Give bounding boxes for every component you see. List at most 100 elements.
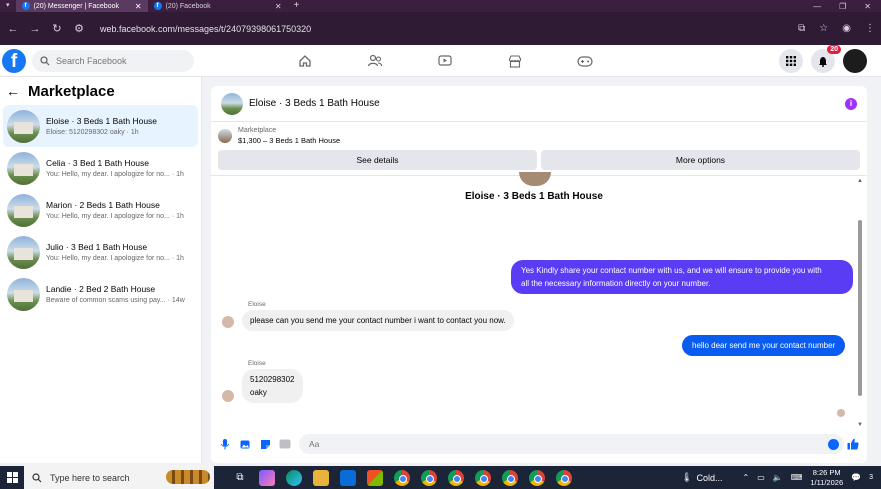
scroll-thumb[interactable] [858,220,862,396]
conversation-item[interactable]: Julio · 3 Bed 1 Bath House You: Hello, m… [3,231,198,273]
browser-tabbar: ▾ f (20) Messenger | Facebook ✕ f (20) F… [0,0,881,12]
notification-center-icon[interactable]: 💬 [851,473,861,482]
sticker-icon[interactable] [259,438,271,450]
account-avatar[interactable] [843,49,867,73]
sender-name: Eloise [248,360,266,367]
chat-avatar[interactable] [221,92,243,115]
search-box[interactable] [32,49,194,72]
message-input[interactable] [299,434,844,454]
microphone-icon[interactable] [219,438,231,450]
conversation-snippet: Beware of common scams using pay... · 14… [46,297,185,304]
listing-avatar [519,172,551,186]
thread-scrollbar[interactable]: ▲ ▼ [857,176,865,428]
network-icon[interactable]: ▭ [757,473,765,482]
marketplace-icon[interactable] [480,45,550,77]
back-arrow-icon[interactable]: ← [6,83,20,99]
chrome-icon[interactable] [556,469,572,486]
tab-messenger[interactable]: f (20) Messenger | Facebook ✕ [15,0,148,12]
clock[interactable]: 8:26 PM 1/11/2026 [810,468,843,488]
restore-icon[interactable]: ❐ [839,2,846,11]
emoji-icon[interactable] [828,438,839,450]
file-explorer-icon[interactable] [313,469,329,486]
weather-widget[interactable]: 🌡 Cold... [681,472,722,483]
chat-title[interactable]: Eloise · 3 Beds 1 Bath House [249,98,380,109]
gif-icon[interactable] [279,438,291,450]
friends-icon[interactable] [340,45,410,77]
scroll-down-icon[interactable]: ▼ [857,422,863,428]
close-tab-icon[interactable]: ✕ [275,2,282,11]
watch-icon[interactable] [410,45,480,77]
store-icon[interactable] [367,469,383,486]
facebook-logo-icon[interactable]: f [2,48,26,73]
taskbar-search[interactable]: Type here to search [24,466,214,489]
chevron-up-icon[interactable]: ⌃ [743,473,750,482]
facebook-favicon-icon: f [153,2,162,10]
volume-icon[interactable]: 🔈 [773,473,783,482]
notifications-bell-icon[interactable]: 20 [811,45,841,73]
close-window-icon[interactable]: ✕ [864,2,871,11]
site-info-icon[interactable]: ⚙ [72,22,86,35]
language-icon[interactable]: ⌨ [791,473,803,482]
thumbs-up-icon[interactable] [847,438,859,450]
windows-start-icon[interactable] [0,466,24,489]
conversation-item[interactable]: Eloise · 3 Beds 1 Bath House Eloise: 512… [3,105,198,147]
see-details-button[interactable]: See details [218,150,537,170]
listing-thumbnail [7,235,40,269]
home-icon[interactable] [270,45,340,77]
copilot-icon[interactable] [259,469,275,486]
tab-facebook[interactable]: f (20) Facebook ✕ [148,0,288,12]
message-bubble-incoming[interactable]: 5120298302 oaky [242,369,303,403]
taskbar-apps: ⧉ [232,469,572,486]
forward-icon[interactable]: → [28,23,42,35]
conversation-item[interactable]: Landie · 2 Bed 2 Bath House Beware of co… [3,273,198,315]
listing-thumbnail [7,109,40,143]
install-app-icon[interactable]: ⧉ [798,23,805,34]
chrome-icon[interactable] [448,469,464,486]
scroll-up-icon[interactable]: ▲ [857,178,863,184]
sidebar-header: ← Marketplace [0,77,201,105]
info-icon[interactable]: i [845,97,857,110]
chrome-icon[interactable] [421,469,437,486]
conversation-item[interactable]: Celia · 3 Bed 1 Bath House You: Hello, m… [3,147,198,189]
gaming-icon[interactable] [550,45,620,77]
task-view-icon[interactable]: ⧉ [232,470,248,486]
message-bubble-outgoing[interactable]: Yes Kindly share your contact number wit… [511,260,853,294]
back-icon[interactable]: ← [6,23,20,35]
close-tab-icon[interactable]: ✕ [135,2,142,11]
sender-avatar[interactable] [222,316,234,328]
listing-price: $1,300 – 3 Beds 1 Bath House [238,136,341,145]
edge-icon[interactable] [286,469,302,486]
listing-actions: See details More options [211,150,867,172]
message-text: 5120298302 [250,375,295,384]
conversation-item[interactable]: Marion · 2 Beds 1 Bath House You: Hello,… [3,189,198,231]
tab-title: (20) Facebook [165,2,211,10]
chrome-icon[interactable] [502,469,518,486]
message-bubble-outgoing[interactable]: hello dear send me your contact number [682,335,846,356]
tab-title: (20) Messenger | Facebook [33,2,119,10]
photo-icon[interactable] [239,438,251,450]
message-bubble-incoming[interactable]: please can you send me your contact numb… [242,310,514,331]
sender-avatar[interactable] [222,390,234,402]
chrome-icon[interactable] [475,469,491,486]
tab-search-icon[interactable]: ▾ [0,0,16,12]
chrome-icon[interactable] [394,469,410,486]
more-options-button[interactable]: More options [541,150,860,170]
mail-icon[interactable] [340,469,356,486]
menu-grid-icon[interactable] [779,49,803,73]
search-input[interactable] [56,55,176,66]
bookmark-star-icon[interactable]: ☆ [819,23,828,34]
conversation-snippet: You: Hello, my dear. I apologize for no.… [46,213,184,220]
notification-count: 3 [869,474,873,481]
address-bar[interactable]: web.facebook.com/messages/t/240793980617… [100,24,311,34]
new-tab-button[interactable]: + [288,0,306,12]
chrome-icon[interactable] [529,469,545,486]
profile-icon[interactable]: ◉ [842,23,851,34]
notifications-badge: 20 [827,45,841,54]
thermometer-icon: 🌡 [681,472,693,482]
facebook-favicon-icon: f [21,2,30,10]
message-text: all the necessary information directly o… [521,279,711,288]
reload-icon[interactable]: ↻ [50,22,64,35]
search-highlight-image [166,470,210,484]
minimize-icon[interactable]: — [813,2,821,11]
browser-menu-icon[interactable]: ⋮ [865,23,875,34]
